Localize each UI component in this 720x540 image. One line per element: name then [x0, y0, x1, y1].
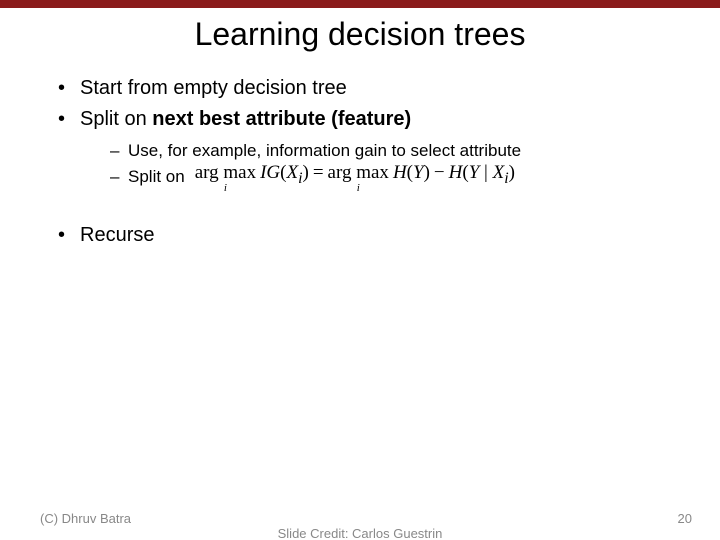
- subbullet-info-gain: Use, for example, information gain to se…: [110, 139, 680, 163]
- subbullet-split-on-text: Split on: [128, 165, 185, 189]
- argmax1-sub: i: [224, 183, 227, 194]
- paren-close-1: ): [303, 162, 309, 183]
- slide-title: Learning decision trees: [0, 16, 720, 53]
- x-1: X: [286, 162, 298, 183]
- bullet-list-level2: Use, for example, information gain to se…: [110, 139, 680, 194]
- bullet-split-best: Split on next best attribute (feature) U…: [58, 106, 680, 194]
- bullet-split-bold: next best attribute (feature): [152, 108, 411, 130]
- cond-bar: |: [479, 162, 492, 183]
- footer-page-number: 20: [678, 511, 692, 526]
- argmax1: arg max i: [195, 163, 256, 194]
- argmax1-text: arg max: [195, 163, 256, 182]
- slide-content: Start from empty decision tree Split on …: [0, 75, 720, 249]
- formula-argmax-ig: arg max i IG(Xi) = arg max i: [195, 163, 515, 194]
- minus: −: [434, 163, 445, 184]
- paren-close-2: ): [424, 162, 430, 183]
- top-accent-bar: [0, 0, 720, 8]
- y-2: Y: [469, 162, 480, 183]
- x-2: X: [493, 162, 505, 183]
- y-1: Y: [413, 162, 424, 183]
- ig-symbol: IG: [260, 162, 280, 183]
- bullet-list-level1: Start from empty decision tree Split on …: [58, 75, 680, 249]
- bullet-split-pre: Split on: [80, 108, 152, 130]
- h-1: H: [393, 162, 407, 183]
- paren-close-3: ): [509, 162, 515, 183]
- bullet-start-empty: Start from empty decision tree: [58, 75, 680, 102]
- equals: =: [313, 163, 324, 184]
- footer-copyright: (C) Dhruv Batra: [40, 511, 131, 526]
- slide: Learning decision trees Start from empty…: [0, 0, 720, 540]
- argmax2: arg max i: [328, 163, 389, 194]
- footer-slide-credit: Slide Credit: Carlos Guestrin: [0, 526, 720, 540]
- subbullet-split-on: Split on arg max i IG(Xi) =: [110, 165, 680, 194]
- bullet-recurse: Recurse: [58, 222, 680, 249]
- h-2: H: [449, 162, 463, 183]
- argmax2-text: arg max: [328, 163, 389, 182]
- argmax2-sub: i: [357, 183, 360, 194]
